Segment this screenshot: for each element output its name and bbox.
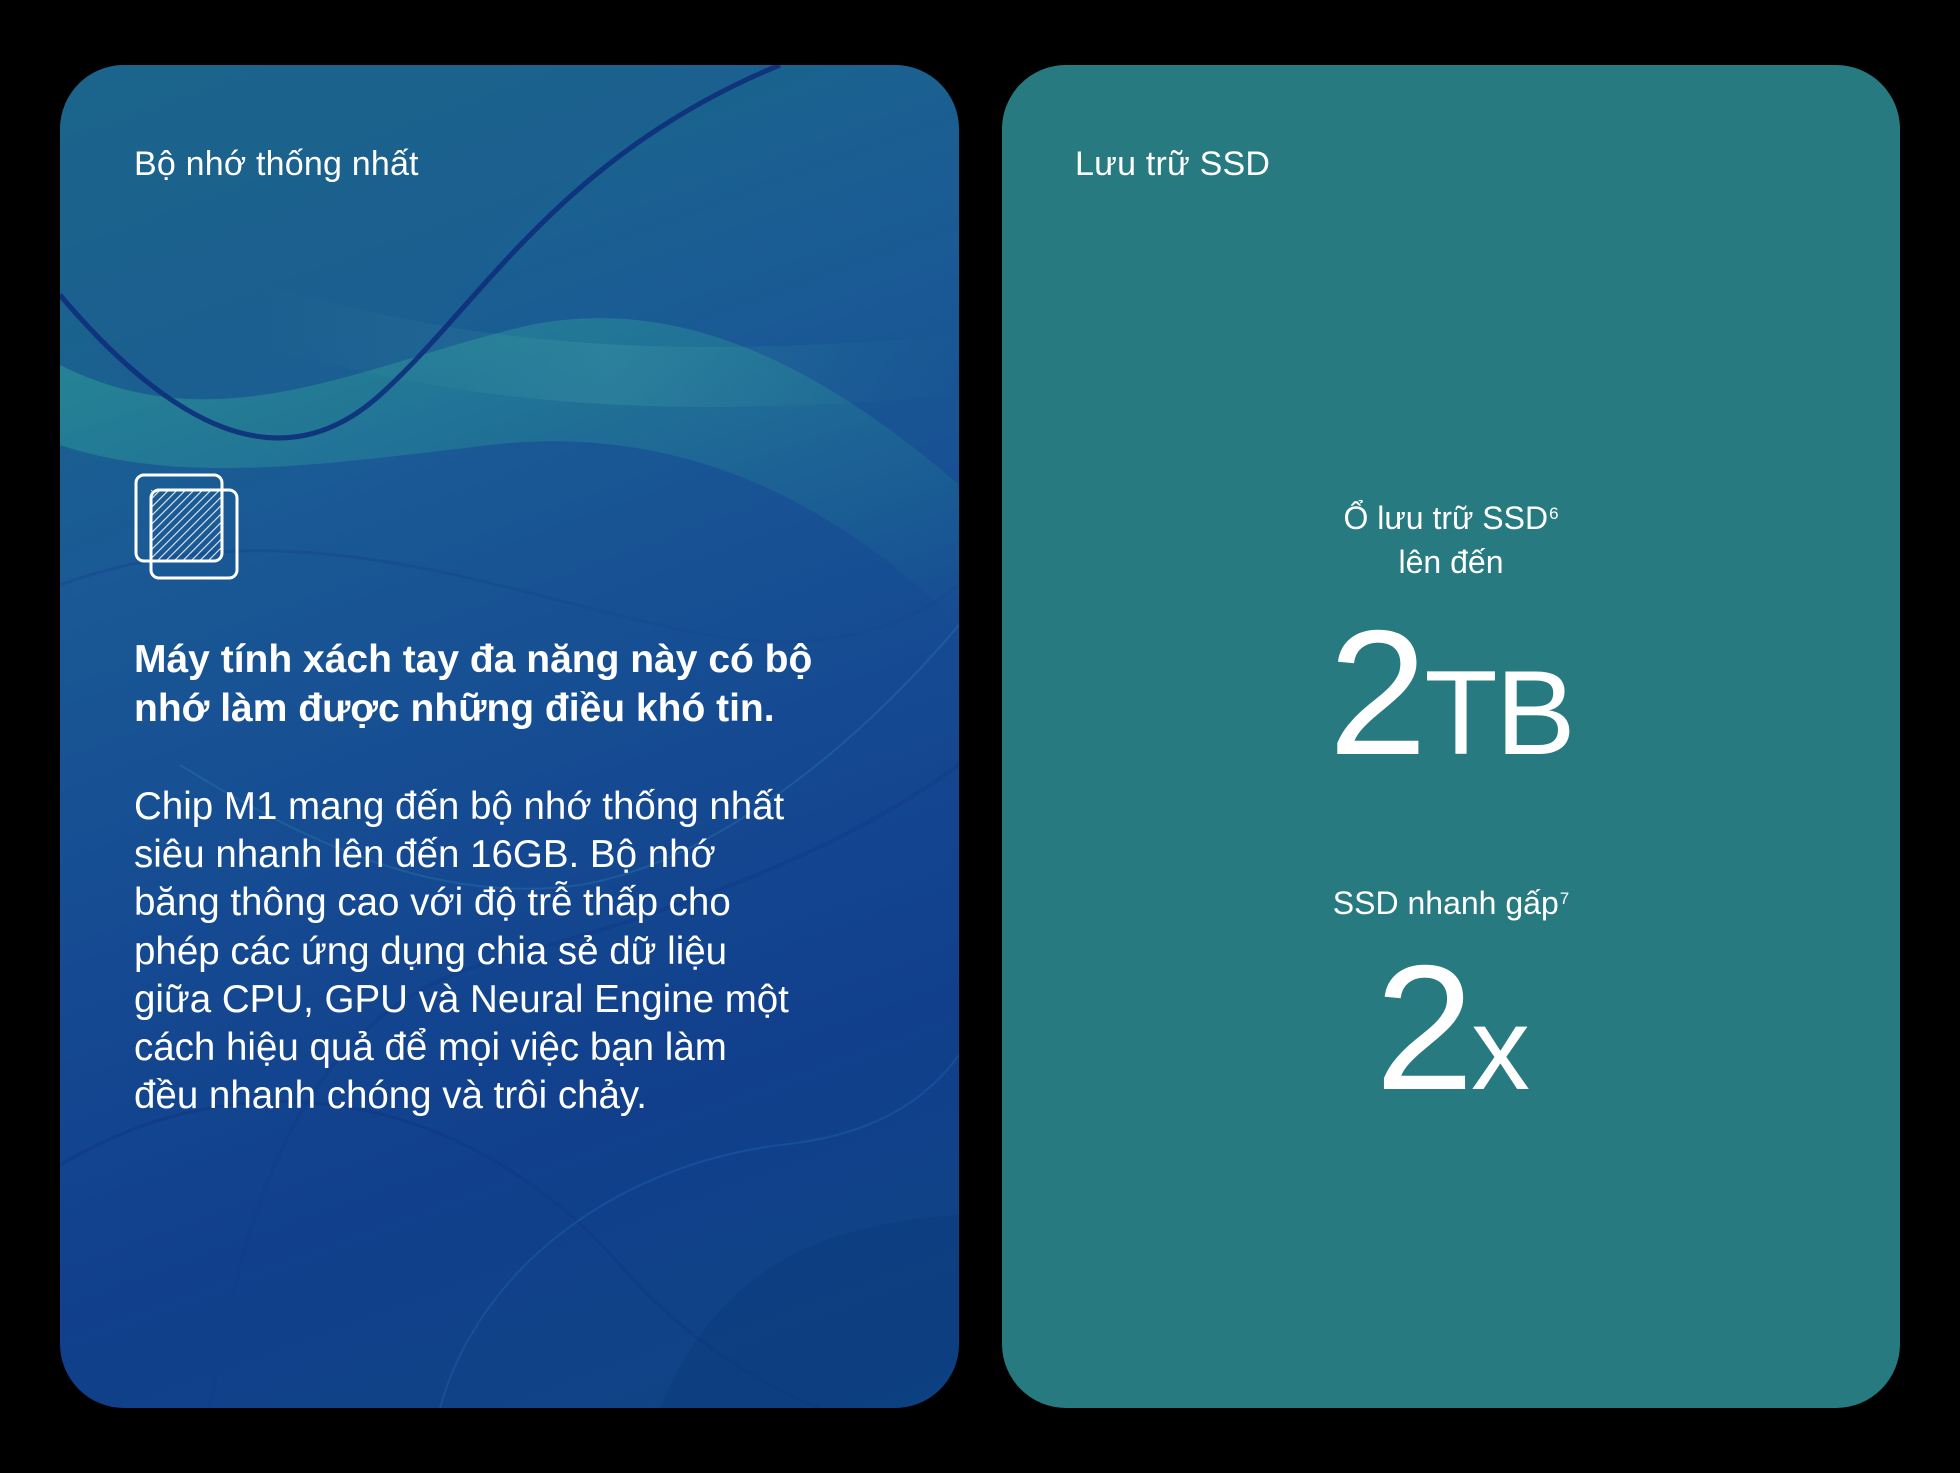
ssd-capacity-label-line-1: Ổ lưu trữ SSD [1343, 500, 1549, 536]
ssd-speed-label: SSD nhanh gấp7 [1002, 881, 1900, 925]
description-line: đều nhanh chóng và trôi chảy. [134, 1074, 647, 1118]
description-line: băng thông cao với độ trễ thấp cho [134, 881, 731, 925]
ssd-capacity-number: 2 [1328, 593, 1427, 792]
ssd-capacity-label-line-2: lên đến [1398, 544, 1504, 580]
footnote-7-marker: 7 [1559, 889, 1570, 908]
description-line: cách hiệu quả để mọi việc bạn làm [134, 1026, 727, 1070]
ssd-speed-unit: x [1471, 983, 1530, 1115]
ssd-speed-number: 2 [1375, 928, 1474, 1127]
memory-card-description: Chip M1 mang đến bộ nhớ thống nhất siêu … [134, 783, 874, 1120]
ssd-speed-label-text: SSD nhanh gấp [1332, 885, 1559, 921]
unified-memory-chip-icon [134, 473, 239, 580]
description-line: giữa CPU, GPU và Neural Engine một [134, 977, 789, 1021]
abstract-wave-background [60, 65, 959, 1408]
ssd-capacity-value: 2TB [1002, 604, 1900, 782]
memory-card-eyebrow: Bộ nhớ thống nhất [134, 145, 419, 183]
description-line: siêu nhanh lên đến 16GB. Bộ nhớ [134, 833, 716, 877]
ssd-speed-stat: SSD nhanh gấp7 2x [1002, 881, 1900, 1117]
ssd-card-eyebrow: Lưu trữ SSD [1075, 145, 1271, 183]
footnote-6-marker: 6 [1549, 504, 1559, 523]
ssd-capacity-label: Ổ lưu trữ SSD6 lên đến [1002, 496, 1900, 584]
headline-line-1: Máy tính xách tay đa năng này có bộ [134, 638, 813, 681]
headline-line-2: nhớ làm được những điều khó tin. [134, 687, 775, 730]
description-line: Chip M1 mang đến bộ nhớ thống nhất [134, 785, 785, 828]
ssd-capacity-stat: Ổ lưu trữ SSD6 lên đến 2TB [1002, 496, 1900, 782]
ssd-storage-card: Lưu trữ SSD Ổ lưu trữ SSD6 lên đến 2TB S… [1002, 65, 1900, 1408]
ssd-speed-value: 2x [1002, 939, 1900, 1117]
description-line: phép các ứng dụng chia sẻ dữ liệu [134, 929, 728, 973]
ssd-capacity-unit: TB [1424, 646, 1575, 780]
unified-memory-card: Bộ nhớ thống nhất Máy tính xách tay đa n… [60, 65, 959, 1408]
memory-card-headline: Máy tính xách tay đa năng này có bộ nhớ … [134, 635, 894, 733]
